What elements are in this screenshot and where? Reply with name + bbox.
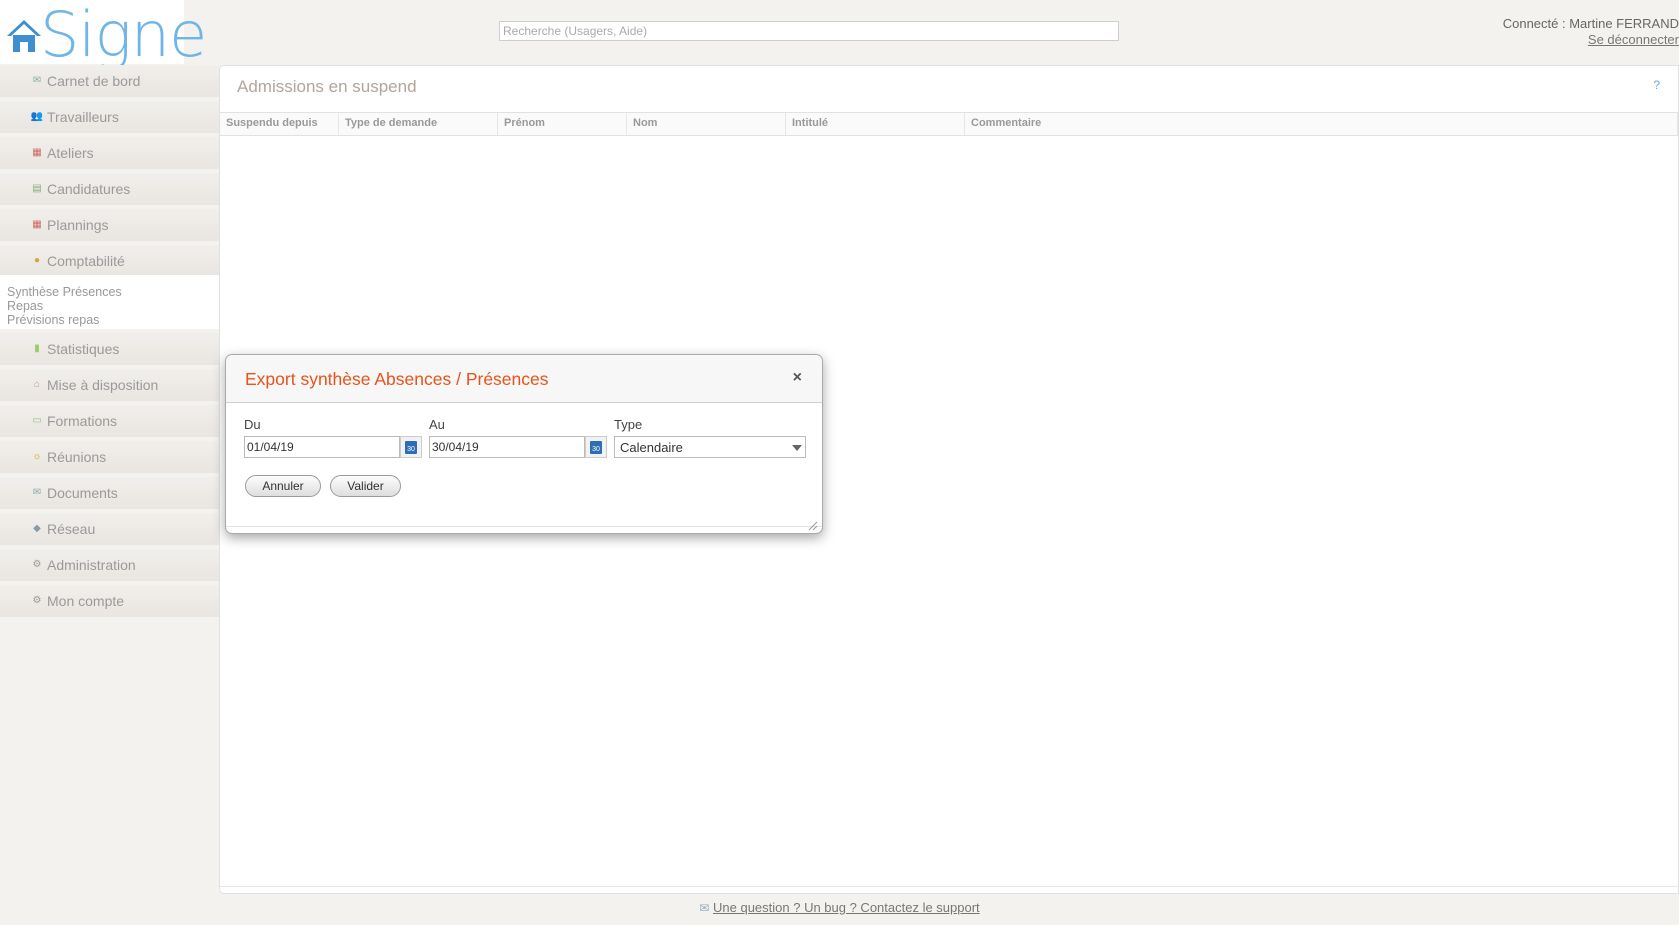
submenu-item-previsions-repas[interactable]: Prévisions repas — [7, 313, 219, 327]
column-intitule[interactable]: Intitulé — [786, 113, 965, 135]
calendar-icon[interactable]: 30 — [400, 436, 422, 458]
sidebar-item-carnet-de-bord[interactable]: ✉ Carnet de bord — [0, 65, 219, 97]
export-dialog: Export synthèse Absences / Présences × D… — [225, 354, 823, 534]
cancel-button[interactable]: Annuler — [245, 475, 321, 497]
folder-icon: ▤ — [32, 183, 42, 194]
au-date-field[interactable]: 30/04/19 — [429, 436, 585, 458]
calendar-icon: ▦ — [32, 147, 42, 158]
sidebar-item-label: Documents — [47, 485, 118, 501]
sidebar-item-administration[interactable]: ⚙ Administration — [0, 549, 219, 581]
sidebar: ✉ Carnet de bord 👥 Travailleurs ▦ Ateliers … — [0, 65, 219, 621]
sidebar-item-label: Administration — [47, 557, 136, 573]
house-icon: ⌂ — [33, 379, 41, 390]
type-label: Type — [614, 417, 643, 432]
sidebar-item-ateliers[interactable]: ▦ Ateliers — [0, 137, 219, 169]
dialog-title: Export synthèse Absences / Présences — [245, 369, 549, 389]
calendar-icon: ▦ — [32, 219, 42, 230]
resize-handle-icon[interactable] — [808, 521, 820, 531]
table-header: Suspendu depuis Type de demande Prénom N… — [220, 112, 1678, 136]
du-date-field[interactable]: 01/04/19 — [244, 436, 400, 458]
column-type-de-demande[interactable]: Type de demande — [339, 113, 498, 135]
settings-icon: ⚙ — [32, 559, 42, 570]
comptabilite-submenu: Synthèse Présences Repas Prévisions repa… — [0, 275, 219, 329]
board-icon: ▭ — [32, 415, 42, 426]
column-prenom[interactable]: Prénom — [498, 113, 627, 135]
sidebar-item-candidatures[interactable]: ▤ Candidatures — [0, 173, 219, 205]
sidebar-item-label: Travailleurs — [47, 109, 119, 125]
close-icon[interactable]: × — [793, 369, 802, 387]
divider — [220, 886, 1678, 887]
sidebar-item-reunions[interactable]: ☼ Réunions — [0, 441, 219, 473]
divider — [226, 526, 822, 527]
house-logo-icon — [7, 20, 41, 52]
sidebar-item-label: Mon compte — [47, 593, 125, 609]
column-suspendu-depuis[interactable]: Suspendu depuis — [220, 113, 339, 135]
type-select-value: Calendaire — [620, 440, 683, 455]
sidebar-item-label: Mise à disposition — [47, 377, 159, 393]
chevron-down-icon — [792, 445, 802, 451]
submenu-item-repas[interactable]: Repas — [7, 299, 219, 313]
support-footer: ✉ Une question ? Un bug ? Contactez le s… — [0, 900, 1679, 915]
support-link[interactable]: Une question ? Un bug ? Contactez le sup… — [713, 900, 980, 915]
sidebar-item-travailleurs[interactable]: 👥 Travailleurs — [0, 101, 219, 133]
meeting-icon: ☼ — [32, 451, 42, 462]
sidebar-item-reseau[interactable]: ◆ Réseau — [0, 513, 219, 545]
search-input[interactable]: Recherche (Usagers, Aide) — [499, 21, 1119, 41]
chart-icon: ▮ — [34, 343, 40, 354]
sidebar-item-documents[interactable]: ✉ Documents — [0, 477, 219, 509]
submit-button[interactable]: Valider — [330, 475, 401, 497]
logo[interactable]: Signe — [0, 0, 207, 70]
calendar-icon[interactable]: 30 — [585, 436, 607, 458]
type-select[interactable]: Calendaire — [614, 436, 806, 458]
sidebar-item-label: Candidatures — [47, 181, 131, 197]
sidebar-item-label: Statistiques — [47, 341, 120, 357]
du-label: Du — [244, 417, 261, 432]
page-title: Admissions en suspend — [237, 77, 417, 96]
sidebar-item-mise-a-disposition[interactable]: ⌂ Mise à disposition — [0, 369, 219, 401]
users-icon: 👥 — [30, 111, 44, 122]
dialog-header: Export synthèse Absences / Présences × — [226, 355, 822, 403]
submenu-item-synthese-presences[interactable]: Synthèse Présences — [7, 285, 219, 299]
sidebar-item-plannings[interactable]: ▦ Plannings — [0, 209, 219, 241]
sidebar-item-label: Plannings — [47, 217, 109, 233]
help-link[interactable]: ? — [1653, 78, 1660, 92]
connected-user-label: Connecté : Martine FERRAND — [1502, 16, 1679, 31]
au-label: Au — [429, 417, 445, 432]
settings-icon: ⚙ — [32, 595, 42, 606]
sidebar-item-label: Carnet de bord — [47, 73, 141, 89]
user-info: Connecté : Martine FERRAND Se déconnecte… — [1503, 16, 1679, 48]
sidebar-item-label: Comptabilité — [47, 253, 125, 269]
column-nom[interactable]: Nom — [627, 113, 786, 135]
logo-text: Signe — [40, 0, 207, 71]
envelope-icon: ✉ — [32, 487, 42, 498]
sidebar-item-label: Formations — [47, 413, 118, 429]
sidebar-item-label: Réseau — [47, 521, 96, 537]
sidebar-item-label: Ateliers — [47, 145, 94, 161]
sidebar-item-formations[interactable]: ▭ Formations — [0, 405, 219, 437]
sidebar-item-statistiques[interactable]: ▮ Statistiques — [0, 333, 219, 365]
envelope-icon: ✉ — [32, 75, 42, 86]
sidebar-item-label: Réunions — [47, 449, 107, 465]
network-icon: ◆ — [33, 523, 41, 534]
coins-icon: ● — [33, 255, 41, 266]
sidebar-item-comptabilite[interactable]: ● Comptabilité — [0, 245, 219, 277]
sidebar-item-mon-compte[interactable]: ⚙ Mon compte — [0, 585, 219, 617]
column-commentaire[interactable]: Commentaire — [965, 113, 1678, 135]
envelope-icon: ✉ — [699, 901, 710, 915]
logout-link[interactable]: Se déconnecter — [1503, 32, 1679, 48]
